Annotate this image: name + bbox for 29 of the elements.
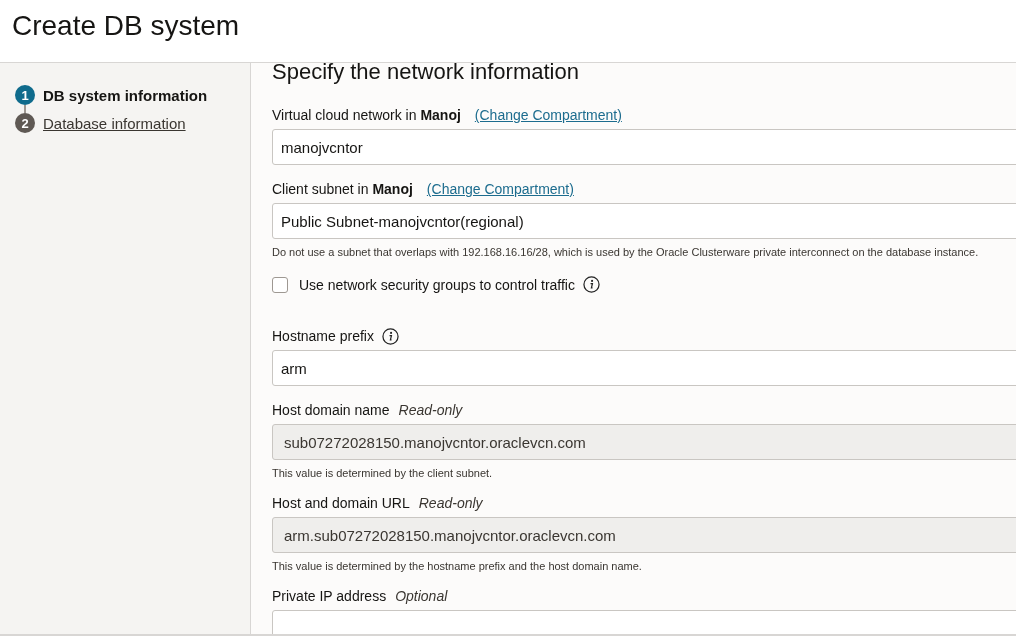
input-field[interactable]: Public Subnet-manojvcntor(regional) (272, 203, 1016, 239)
field-label: Virtual cloud network in Manoj (272, 107, 461, 123)
field-label: Host and domain URL (272, 495, 410, 511)
step-number: 2 (15, 113, 35, 133)
help-text: Do not use a subnet that overlaps with 192.168.16.16/28, which is used by the Oracle Clusterware private interconnect on the database instance. (272, 246, 980, 258)
input-field[interactable]: arm (272, 350, 1016, 386)
step-link[interactable]: Database information (43, 114, 186, 132)
info-icon[interactable] (381, 327, 399, 345)
checkbox[interactable] (272, 276, 288, 293)
info-icon[interactable] (582, 276, 600, 293)
checkbox-label[interactable]: Use network security groups to control traffic (299, 276, 575, 293)
input-field[interactable]: manojvcntor (272, 129, 1016, 165)
change-compartment-link[interactable]: (Change Compartment) (474, 107, 622, 123)
input-field[interactable]: arm.sub07272028150.manojvcntor.oraclevcn.com (272, 517, 1016, 553)
input-field[interactable]: sub07272028150.manojvcntor.oraclevcn.com (272, 424, 1016, 460)
step-number: 1 (15, 85, 35, 105)
change-compartment-link[interactable]: (Change Compartment) (426, 181, 574, 197)
field-label: Host domain name (272, 402, 390, 418)
field-label: Hostname prefix (272, 328, 374, 344)
section-title: Specify the network information (272, 63, 580, 85)
step-label: DB system information (43, 86, 208, 104)
field-tag: Optional (395, 588, 448, 604)
field-label: Private IP address (272, 588, 387, 604)
field-tag: Read-only (418, 495, 483, 511)
page-title: Create DB system (12, 10, 240, 42)
field-label: Client subnet in Manoj (272, 181, 413, 197)
field-tag: Read-only (398, 402, 463, 418)
help-text: This value is determined by the hostname prefix and the host domain name. (272, 560, 643, 572)
help-text: This value is determined by the client subnet. (272, 467, 494, 479)
